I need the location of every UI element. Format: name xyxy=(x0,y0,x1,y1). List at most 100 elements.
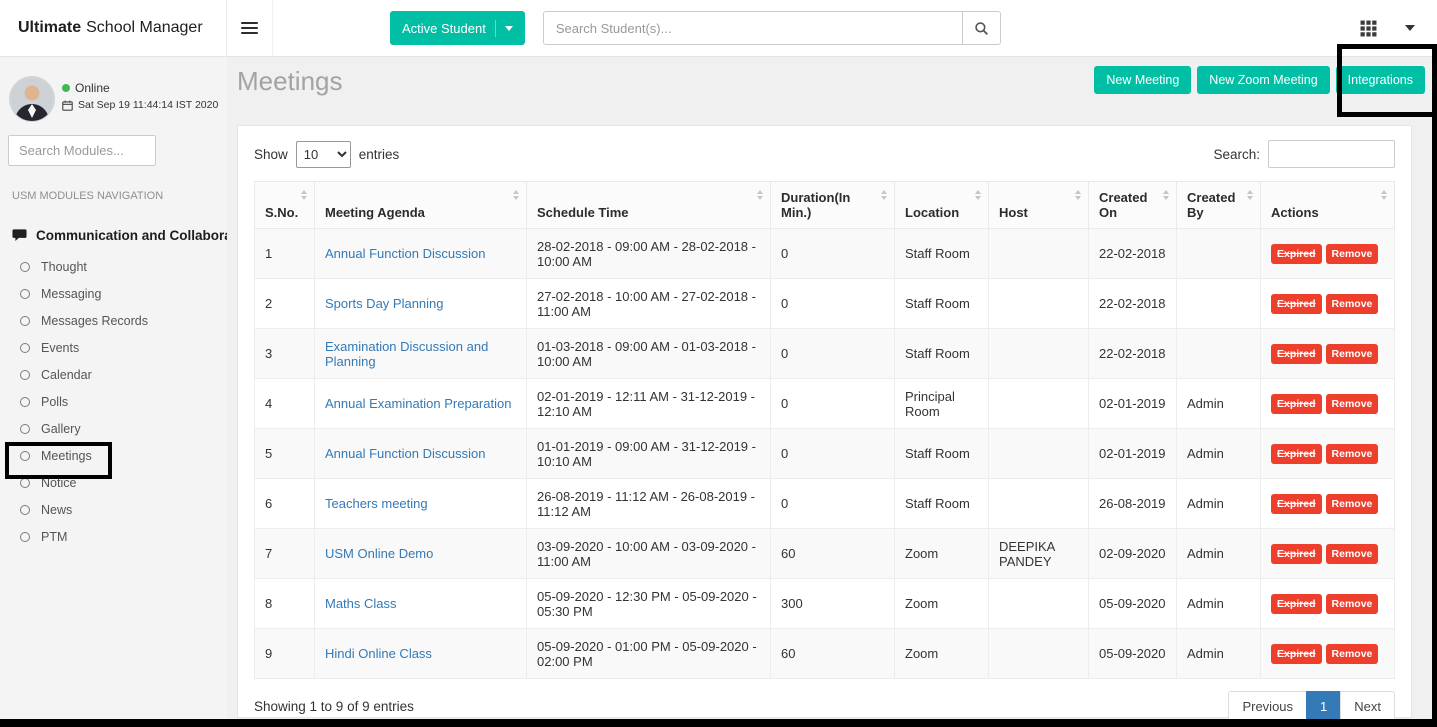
expired-button[interactable]: Expired xyxy=(1271,393,1322,414)
sidebar-item-notice[interactable]: Notice xyxy=(0,469,227,496)
meeting-agenda-link[interactable]: Annual Function Discussion xyxy=(325,446,485,461)
pagination-next[interactable]: Next xyxy=(1340,691,1395,722)
remove-button[interactable]: Remove xyxy=(1325,393,1379,414)
current-datetime: Sat Sep 19 11:44:14 IST 2020 xyxy=(78,99,219,111)
cell-created-on: 05-09-2020 xyxy=(1088,578,1177,629)
expired-button[interactable]: Expired xyxy=(1271,643,1322,664)
sidebar-item-gallery[interactable]: Gallery xyxy=(0,415,227,442)
meeting-agenda-link[interactable]: Sports Day Planning xyxy=(325,296,444,311)
circle-icon xyxy=(20,315,30,326)
table-footer: Showing 1 to 9 of 9 entries Previous 1 N… xyxy=(254,691,1395,722)
cell-actions: Expired Remove xyxy=(1260,628,1395,679)
hamburger-bars xyxy=(241,19,258,37)
section-label: Communication and Collaboration xyxy=(36,228,227,243)
column-header-duration-in-min[interactable]: Duration(In Min.) xyxy=(770,181,895,229)
cell-sno: 2 xyxy=(254,278,315,329)
nav-section-label: USM MODULES NAVIGATION xyxy=(12,190,164,202)
column-header-actions[interactable]: Actions xyxy=(1260,181,1395,229)
sidebar-item-thought[interactable]: Thought xyxy=(0,253,227,280)
sidebar-item-meetings[interactable]: Meetings xyxy=(0,442,227,469)
new-meeting-button[interactable]: New Meeting xyxy=(1094,66,1192,94)
entries-select[interactable]: 10 xyxy=(295,140,351,168)
cell-created-by xyxy=(1176,278,1261,329)
sidebar-section-communication[interactable]: Communication and Collaboration xyxy=(12,228,227,243)
meeting-agenda-link[interactable]: Maths Class xyxy=(325,596,397,611)
sidebar-item-messages-records[interactable]: Messages Records xyxy=(0,307,227,334)
user-menu-caret[interactable] xyxy=(1405,25,1415,31)
cell-actions: Expired Remove xyxy=(1260,228,1395,279)
dropdown-divider xyxy=(494,19,496,37)
expired-button[interactable]: Expired xyxy=(1271,243,1322,264)
main-content: Meetings New Meeting New Zoom Meeting In… xyxy=(227,57,1437,727)
cell-duration: 60 xyxy=(770,628,895,679)
remove-button[interactable]: Remove xyxy=(1325,643,1379,664)
cell-agenda: Examination Discussion and Planning xyxy=(314,328,527,379)
module-search-input[interactable] xyxy=(8,135,156,166)
profile-info: Online Sat Sep 19 11:44:14 IST 2020 xyxy=(62,57,227,111)
meeting-agenda-link[interactable]: Hindi Online Class xyxy=(325,646,432,661)
expired-button[interactable]: Expired xyxy=(1271,493,1322,514)
column-header-s-no[interactable]: S.No. xyxy=(254,181,315,229)
table-controls: Show 10 entries Search: xyxy=(254,140,1395,168)
remove-button[interactable]: Remove xyxy=(1325,593,1379,614)
cell-host xyxy=(988,578,1089,629)
remove-button[interactable]: Remove xyxy=(1325,243,1379,264)
expired-button[interactable]: Expired xyxy=(1271,543,1322,564)
cell-created-on: 22-02-2018 xyxy=(1088,328,1177,379)
sidebar-item-ptm[interactable]: PTM xyxy=(0,523,227,550)
cell-created-on: 26-08-2019 xyxy=(1088,478,1177,529)
column-header-location[interactable]: Location xyxy=(894,181,989,229)
meeting-agenda-link[interactable]: Annual Examination Preparation xyxy=(325,396,511,411)
new-zoom-meeting-button[interactable]: New Zoom Meeting xyxy=(1197,66,1330,94)
table-row: 3 Examination Discussion and Planning 01-0… xyxy=(254,328,1395,379)
cell-schedule: 05-09-2020 - 12:30 PM - 05-09-2020 - 05:… xyxy=(526,578,771,629)
sidebar-item-events[interactable]: Events xyxy=(0,334,227,361)
cell-agenda: USM Online Demo xyxy=(314,528,527,579)
cell-sno: 6 xyxy=(254,478,315,529)
remove-button[interactable]: Remove xyxy=(1325,543,1379,564)
expired-button[interactable]: Expired xyxy=(1271,593,1322,614)
remove-button[interactable]: Remove xyxy=(1325,493,1379,514)
sidebar-item-messaging[interactable]: Messaging xyxy=(0,280,227,307)
expired-button[interactable]: Expired xyxy=(1271,293,1322,314)
cell-sno: 1 xyxy=(254,228,315,279)
sidebar-item-calendar[interactable]: Calendar xyxy=(0,361,227,388)
sidebar-nav: Thought Messaging Messages Records Events Ca… xyxy=(0,253,227,550)
sidebar-item-news[interactable]: News xyxy=(0,496,227,523)
hamburger-menu-icon[interactable] xyxy=(227,0,273,56)
meeting-agenda-link[interactable]: Teachers meeting xyxy=(325,496,428,511)
student-search-input[interactable] xyxy=(542,11,963,45)
avatar[interactable] xyxy=(10,77,54,121)
cell-location: Principal Room xyxy=(894,378,989,429)
expired-button[interactable]: Expired xyxy=(1271,443,1322,464)
column-header-schedule-time[interactable]: Schedule Time xyxy=(526,181,771,229)
meeting-agenda-link[interactable]: Examination Discussion and Planning xyxy=(325,339,488,369)
student-search-button[interactable] xyxy=(962,11,1001,45)
app-logo[interactable]: Ultimate School Manager xyxy=(0,0,227,56)
remove-button[interactable]: Remove xyxy=(1325,293,1379,314)
active-student-dropdown[interactable]: Active Student xyxy=(390,11,525,45)
sidebar-item-polls[interactable]: Polls xyxy=(0,388,227,415)
cell-schedule: 28-02-2018 - 09:00 AM - 28-02-2018 - 10:… xyxy=(526,228,771,279)
column-header-host[interactable]: Host xyxy=(988,181,1089,229)
cell-actions: Expired Remove xyxy=(1260,378,1395,429)
meeting-agenda-link[interactable]: USM Online Demo xyxy=(325,546,433,561)
calendar-icon xyxy=(62,100,73,111)
cell-created-by: Admin xyxy=(1176,528,1261,579)
sidebar-item-label: Calendar xyxy=(41,367,92,382)
apps-grid-icon[interactable] xyxy=(1360,20,1377,37)
expired-button[interactable]: Expired xyxy=(1271,343,1322,364)
pagination-previous[interactable]: Previous xyxy=(1228,691,1308,722)
pagination-page-1[interactable]: 1 xyxy=(1306,691,1342,722)
column-header-created-on[interactable]: Created On xyxy=(1088,181,1177,229)
table-search-input[interactable] xyxy=(1268,140,1395,168)
cell-schedule: 01-03-2018 - 09:00 AM - 01-03-2018 - 10:… xyxy=(526,328,771,379)
remove-button[interactable]: Remove xyxy=(1325,443,1379,464)
column-header-created-by[interactable]: Created By xyxy=(1176,181,1261,229)
remove-button[interactable]: Remove xyxy=(1325,343,1379,364)
online-status-dot xyxy=(62,84,70,92)
table-row: 9 Hindi Online Class 05-09-2020 - 01:00 PM… xyxy=(254,628,1395,679)
integrations-button[interactable]: Integrations xyxy=(1335,66,1425,94)
meeting-agenda-link[interactable]: Annual Function Discussion xyxy=(325,246,485,261)
column-header-meeting-agenda[interactable]: Meeting Agenda xyxy=(314,181,527,229)
